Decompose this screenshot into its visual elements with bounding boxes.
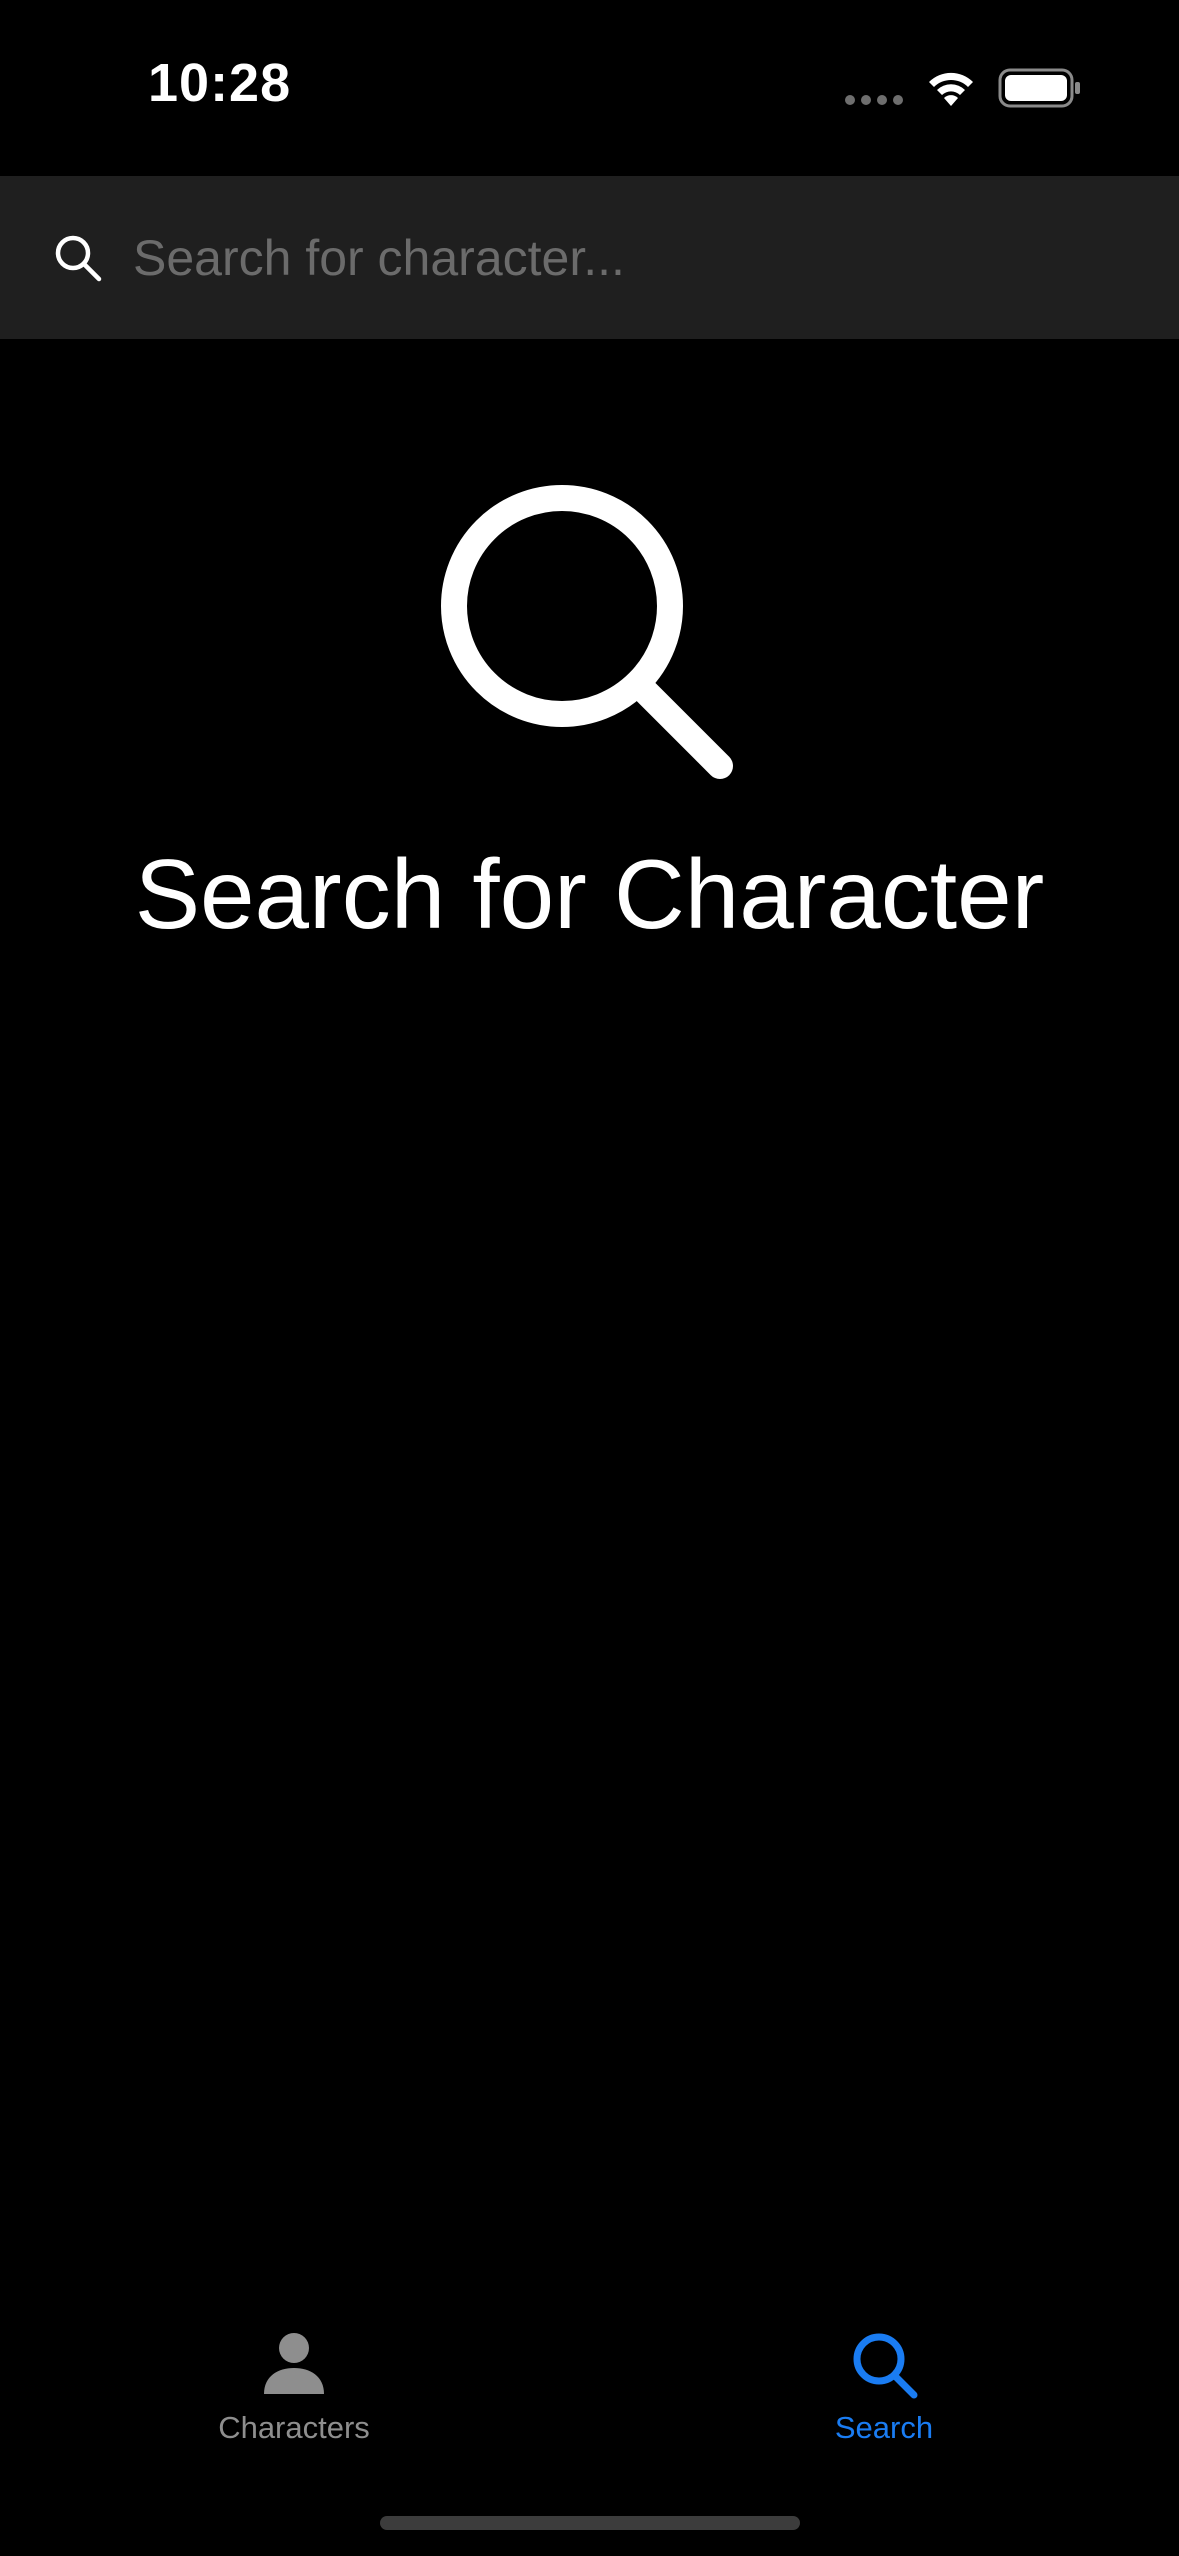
tab-label-characters: Characters [218, 2410, 370, 2445]
search-input[interactable] [133, 216, 1133, 300]
search-icon [853, 2333, 918, 2399]
tab-label-search: Search [834, 2410, 934, 2445]
wifi-icon [929, 72, 973, 106]
search-icon [55, 235, 102, 282]
tab-characters[interactable]: Characters [164, 2328, 424, 2468]
status-time: 10:28 [148, 53, 292, 113]
battery-icon [998, 68, 1080, 108]
signal-icon [845, 95, 905, 105]
person-icon [264, 2333, 324, 2394]
tab-search[interactable]: Search [754, 2328, 1014, 2468]
home-indicator [380, 2516, 800, 2530]
status-bar: 10:28 [0, 0, 1179, 176]
empty-state-title: Search for Character [134, 839, 1045, 949]
magnifying-glass-icon [441, 485, 733, 779]
search-bar [0, 176, 1179, 339]
